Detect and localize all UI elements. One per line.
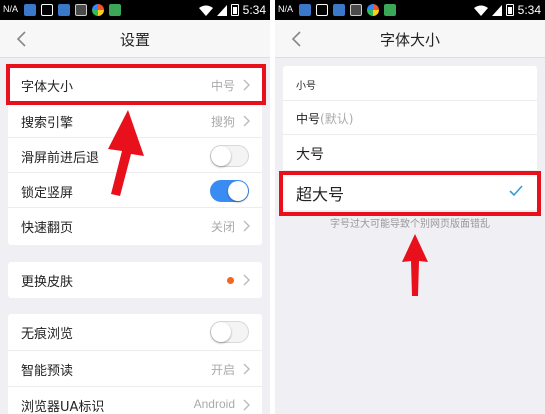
quick-page-row[interactable]: 快速翻页 关闭 — [8, 207, 262, 243]
incognito-row: 无痕浏览 — [8, 314, 262, 350]
font-option-large[interactable]: 大号 — [283, 134, 537, 170]
app-notification-icon — [333, 4, 345, 16]
row-value: 中号 — [210, 79, 235, 93]
clock: 5:34 — [517, 3, 541, 17]
chevron-right-icon — [243, 274, 250, 286]
incognito-toggle[interactable] — [210, 321, 249, 343]
option-label-wrap: 中号(默认) — [296, 110, 353, 127]
font-size-warning: 字号过大可能导致个别网页版面错乱 — [330, 219, 490, 230]
row-label: 锁定竖屏 — [21, 186, 74, 201]
row-label: 字体大小 — [21, 80, 74, 95]
font-size-options: 小号 中号(默认) 大号 超大号 — [283, 66, 537, 210]
row-label: 智能预读 — [21, 364, 74, 379]
browser-notification-icon — [367, 4, 379, 16]
font-option-medium[interactable]: 中号(默认) — [283, 100, 537, 134]
chevron-right-icon — [243, 79, 250, 91]
carrier-label: N/A — [3, 4, 19, 14]
chevron-right-icon — [243, 220, 250, 232]
settings-screen: N/A 5:34 设置 字体大小 中号 搜索引擎 搜狗 滑屏前进后退 锁定竖屏 … — [0, 0, 270, 414]
battery-icon — [505, 4, 514, 16]
download-notification-icon — [41, 4, 53, 16]
settings-group-browsing: 无痕浏览 智能预读 开启 浏览器UA标识 Android — [8, 314, 262, 414]
search-engine-row[interactable]: 搜索引擎 搜狗 — [8, 102, 262, 138]
option-label: 超大号 — [296, 185, 345, 204]
message-notification-icon — [384, 4, 396, 16]
row-label: 滑屏前进后退 — [21, 151, 100, 166]
carrier-label: N/A — [278, 4, 294, 14]
signal-icon — [216, 4, 227, 16]
row-value: 关闭 — [210, 220, 235, 234]
new-badge — [227, 277, 234, 284]
settings-group-display: 字体大小 中号 搜索引擎 搜狗 滑屏前进后退 锁定竖屏 快速翻页 关闭 — [8, 67, 262, 245]
top-bar: 字体大小 — [275, 20, 545, 58]
app-notification-icon — [299, 4, 311, 16]
font-option-small[interactable]: 小号 — [283, 66, 537, 100]
clock: 5:34 — [242, 3, 266, 17]
swipe-navigation-row: 滑屏前进后退 — [8, 137, 262, 173]
message-notification-icon — [109, 4, 121, 16]
row-label: 搜索引擎 — [21, 116, 74, 131]
font-size-screen: N/A 5:34 字体大小 小号 中号(默认) 大号 超大号 字号过大可能导致个… — [275, 0, 545, 414]
settings-group-skin: 更换皮肤 — [8, 262, 262, 298]
chevron-right-icon — [243, 363, 250, 375]
image-notification-icon — [350, 4, 362, 16]
option-label: 中号 — [296, 112, 321, 126]
font-size-row[interactable]: 字体大小 中号 — [8, 67, 262, 103]
browser-notification-icon — [92, 4, 104, 16]
row-value: Android — [193, 397, 235, 411]
image-notification-icon — [75, 4, 87, 16]
smart-preload-row[interactable]: 智能预读 开启 — [8, 350, 262, 386]
change-skin-row[interactable]: 更换皮肤 — [8, 262, 262, 298]
wifi-icon — [473, 5, 488, 16]
page-title: 设置 — [119, 31, 150, 49]
row-label: 浏览器UA标识 — [21, 400, 105, 414]
chevron-right-icon — [243, 399, 250, 411]
checkmark-icon — [509, 185, 523, 197]
battery-icon — [230, 4, 239, 16]
lock-portrait-toggle[interactable] — [210, 180, 249, 202]
app-notification-icon — [24, 4, 36, 16]
status-bar: N/A 5:34 — [0, 0, 270, 20]
wifi-icon — [198, 5, 213, 16]
option-label: 大号 — [296, 147, 324, 163]
font-option-extra-large[interactable]: 超大号 — [283, 170, 537, 210]
pointer-arrow-icon — [402, 234, 428, 296]
row-label: 快速翻页 — [21, 221, 74, 236]
status-bar: N/A 5:34 — [275, 0, 545, 20]
row-label: 更换皮肤 — [21, 275, 74, 290]
chevron-right-icon — [243, 115, 250, 127]
user-agent-row[interactable]: 浏览器UA标识 Android — [8, 386, 262, 414]
row-value: 开启 — [210, 363, 235, 377]
default-note: (默认) — [320, 112, 354, 126]
page-title: 字体大小 — [379, 31, 440, 49]
app-notification-icon — [58, 4, 70, 16]
signal-icon — [491, 4, 502, 16]
download-notification-icon — [316, 4, 328, 16]
lock-portrait-row: 锁定竖屏 — [8, 172, 262, 208]
row-label: 无痕浏览 — [21, 327, 74, 342]
swipe-navigation-toggle[interactable] — [210, 145, 249, 167]
top-bar: 设置 — [0, 20, 270, 58]
option-label: 小号 — [296, 81, 316, 92]
row-value: 搜狗 — [210, 115, 235, 129]
